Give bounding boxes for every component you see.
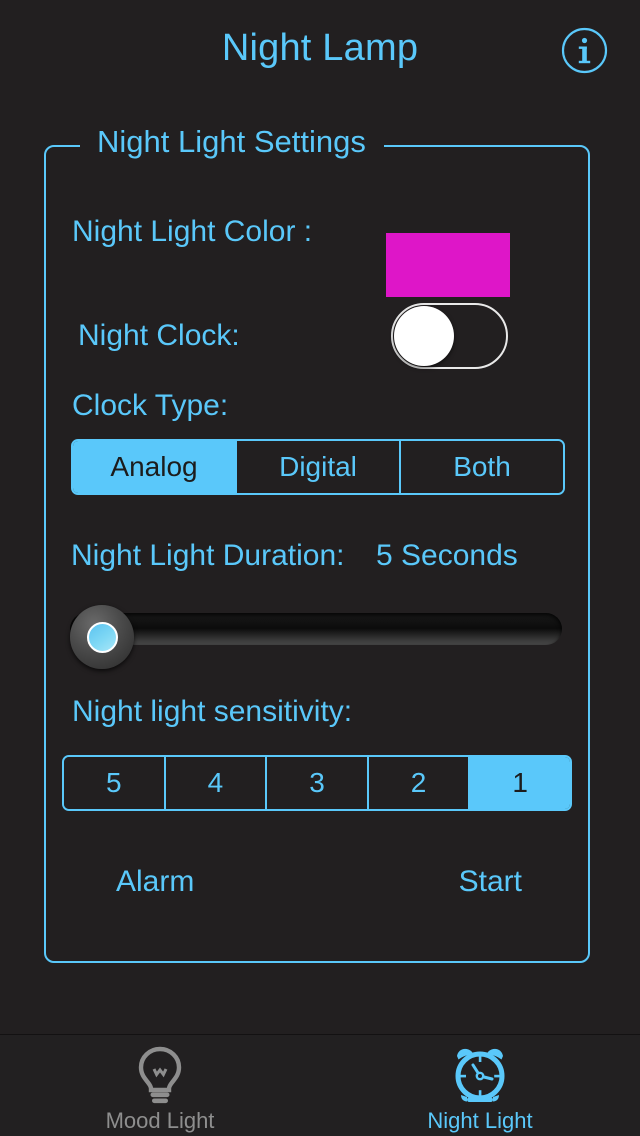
panel-actions-row: Alarm Start (44, 855, 590, 915)
clock-type-option-digital[interactable]: Digital (235, 441, 399, 493)
lightbulb-icon (131, 1044, 189, 1106)
page-title: Night Lamp (221, 27, 419, 69)
tab-mood-light[interactable]: Mood Light (0, 1035, 320, 1136)
night-light-duration-value: 5 Seconds (376, 539, 518, 572)
night-light-sensitivity-row: Night light sensitivity: 5 4 3 2 1 (44, 695, 590, 825)
app-header: Night Lamp (0, 0, 640, 100)
sensitivity-option-1[interactable]: 1 (468, 757, 570, 809)
night-light-color-row: Night Light Color : (44, 193, 590, 297)
night-clock-row: Night Clock: (44, 297, 590, 377)
night-light-duration-row: Night Light Duration: 5 Seconds (44, 539, 590, 669)
night-light-duration-slider[interactable] (70, 605, 562, 669)
alarm-button[interactable]: Alarm (116, 865, 194, 899)
clock-type-row: Clock Type: Analog Digital Both (44, 389, 590, 519)
tab-night-light[interactable]: Night Light (320, 1035, 640, 1136)
sensitivity-option-5[interactable]: 5 (64, 757, 164, 809)
slider-knob-inner (87, 622, 118, 653)
night-light-sensitivity-segmented-control[interactable]: 5 4 3 2 1 (62, 755, 572, 811)
sensitivity-option-2[interactable]: 2 (366, 757, 469, 809)
night-light-color-swatch[interactable] (386, 233, 510, 297)
clock-type-option-both[interactable]: Both (399, 441, 563, 493)
tab-night-light-label: Night Light (427, 1107, 533, 1133)
info-circle-icon[interactable] (561, 27, 608, 74)
night-light-sensitivity-label: Night light sensitivity: (72, 695, 353, 728)
night-light-duration-label: Night Light Duration: (71, 539, 345, 572)
clock-type-label: Clock Type: (72, 389, 229, 422)
tab-mood-light-label: Mood Light (105, 1107, 215, 1133)
panel-legend: Night Light Settings (88, 124, 375, 160)
sensitivity-option-4[interactable]: 4 (163, 757, 266, 809)
slider-track (70, 613, 562, 645)
sensitivity-option-3[interactable]: 3 (265, 757, 367, 809)
toggle-knob (394, 306, 454, 366)
night-clock-label: Night Clock: (78, 319, 240, 352)
slider-knob[interactable] (70, 605, 134, 669)
alarm-clock-icon (449, 1044, 511, 1106)
tab-bar: Mood Light Night Light (0, 1034, 640, 1136)
clock-type-segmented-control[interactable]: Analog Digital Both (71, 439, 565, 495)
night-light-color-label: Night Light Color : (72, 215, 313, 248)
night-clock-toggle[interactable] (391, 303, 508, 369)
clock-type-option-analog[interactable]: Analog (73, 441, 235, 493)
night-lamp-screen: Night Lamp Night Light Settings Night Li… (0, 0, 640, 1136)
night-light-settings-panel: Night Light Settings Night Light Color :… (44, 124, 590, 963)
start-button[interactable]: Start (459, 865, 522, 899)
